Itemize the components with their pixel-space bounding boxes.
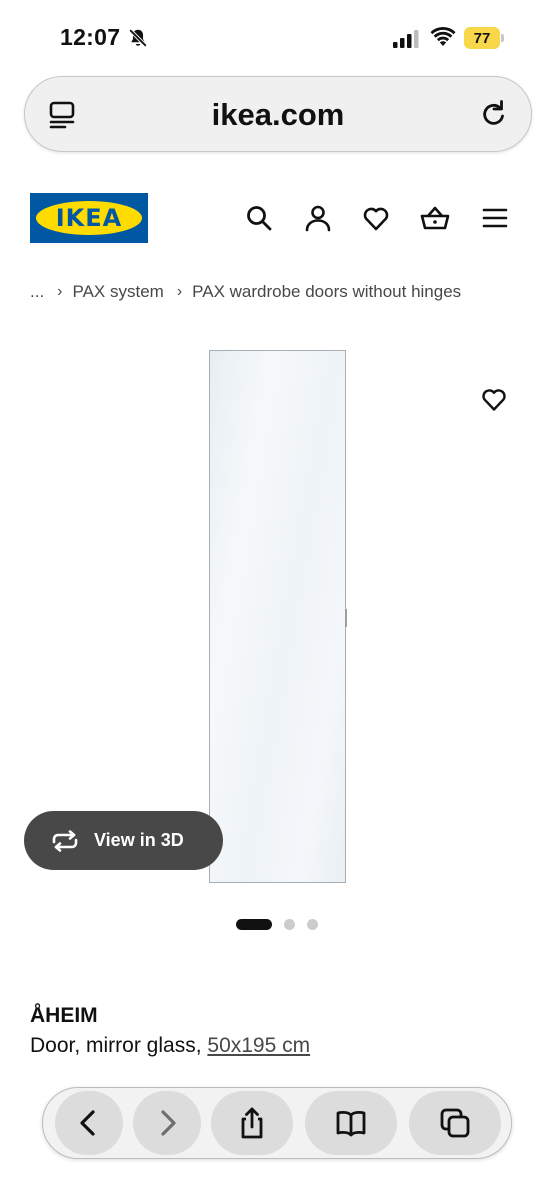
- url-text[interactable]: ikea.com: [25, 97, 531, 133]
- pagination-dot[interactable]: [284, 918, 295, 930]
- chevron-right-icon: ›: [57, 283, 63, 300]
- battery-level: 77: [464, 27, 500, 49]
- status-time: 12:07: [60, 24, 121, 50]
- breadcrumb-item-pax-doors[interactable]: PAX wardrobe doors without hinges: [192, 282, 461, 302]
- chevron-right-icon: ›: [176, 283, 183, 300]
- ikea-logo[interactable]: IKEA: [30, 193, 148, 243]
- logo-text: IKEA: [55, 204, 123, 232]
- pagination-dot[interactable]: [307, 918, 318, 930]
- user-icon[interactable]: [303, 203, 333, 233]
- search-icon[interactable]: [244, 203, 274, 233]
- product-name: ÅHEIM: [30, 1004, 98, 1027]
- battery-indicator: 77: [464, 27, 504, 49]
- share-icon: [241, 1107, 263, 1139]
- menu-icon[interactable]: [480, 203, 510, 233]
- browser-toolbar: [42, 1087, 512, 1159]
- bookmarks-button[interactable]: [305, 1091, 397, 1155]
- back-icon: [80, 1110, 95, 1136]
- share-button[interactable]: [211, 1091, 293, 1155]
- signal-icon: [393, 30, 419, 48]
- reload-icon[interactable]: [477, 97, 511, 131]
- basket-icon[interactable]: [420, 203, 450, 233]
- view-in-3d-button[interactable]: View in 3D: [24, 811, 223, 870]
- breadcrumb: ... › PAX system › PAX wardrobe doors wi…: [30, 282, 461, 302]
- bookmarks-icon: [336, 1111, 366, 1137]
- forward-icon: [161, 1110, 176, 1136]
- heart-icon[interactable]: [361, 203, 391, 233]
- product-description-text: Door, mirror glass,: [30, 1034, 202, 1057]
- pagination-dot-active[interactable]: [236, 918, 272, 930]
- bell-slash-icon: [128, 28, 148, 48]
- product-image[interactable]: [209, 350, 347, 883]
- breadcrumb-item-pax-system[interactable]: PAX system: [73, 282, 164, 302]
- status-bar: 12:07 77: [0, 0, 554, 70]
- forward-button[interactable]: [133, 1091, 201, 1155]
- tabs-button[interactable]: [409, 1091, 501, 1155]
- back-button[interactable]: [55, 1091, 123, 1155]
- image-pagination[interactable]: [236, 918, 318, 930]
- rotate-3d-icon: [52, 829, 78, 852]
- wifi-icon: [430, 26, 456, 46]
- address-bar[interactable]: ikea.com: [24, 76, 532, 152]
- tabs-icon: [440, 1108, 470, 1138]
- favourite-heart-icon[interactable]: [480, 385, 508, 413]
- breadcrumb-ellipsis[interactable]: ...: [30, 282, 44, 302]
- product-description: Door, mirror glass, 50x195 cm: [30, 1034, 310, 1058]
- product-size-link[interactable]: 50x195 cm: [207, 1034, 310, 1057]
- view-in-3d-label: View in 3D: [94, 830, 184, 850]
